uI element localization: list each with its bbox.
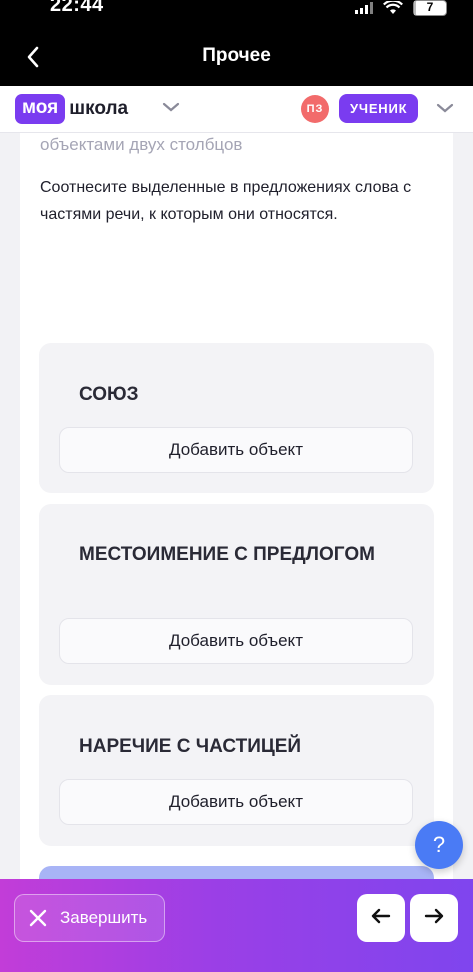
match-card: НАРЕЧИЕ С ЧАСТИЦЕЙ Добавить объект <box>39 695 434 846</box>
add-object-button[interactable]: Добавить объект <box>59 618 413 664</box>
add-object-button[interactable]: Добавить объект <box>59 427 413 473</box>
match-card: МЕСТОИМЕНИЕ С ПРЕДЛОГОМ Добавить объект <box>39 504 434 685</box>
match-card: СОЮЗ Добавить объект <box>39 343 434 493</box>
close-icon <box>28 908 48 928</box>
card-title: СОЮЗ <box>79 384 139 405</box>
battery-icon: 7 <box>413 0 447 16</box>
status-time: 22:44 <box>50 0 104 16</box>
arrow-right-icon <box>424 908 444 929</box>
signal-icon <box>355 2 373 14</box>
next-button[interactable] <box>410 894 458 942</box>
prev-button[interactable] <box>357 894 405 942</box>
status-icons: 7 <box>355 0 447 16</box>
card-title: МЕСТОИМЕНИЕ С ПРЕДЛОГОМ <box>79 544 375 565</box>
nav-bar: Прочее <box>0 28 473 86</box>
battery-percent: 7 <box>426 0 434 14</box>
avatar[interactable]: ПЗ <box>301 95 329 123</box>
card-title: НАРЕЧИЕ С ЧАСТИЦЕЙ <box>79 736 302 757</box>
bottom-bar: Завершить <box>0 879 473 972</box>
logo-text: школа <box>69 98 129 119</box>
question-text: Соотнесите выделенные в предложениях сло… <box>40 179 412 223</box>
status-bar: 22:44 7 <box>0 0 473 28</box>
wifi-icon <box>383 1 403 15</box>
question-subtitle: объектами двух столбцов <box>40 135 243 154</box>
role-badge[interactable]: УЧЕНИК <box>339 94 419 123</box>
chevron-down-icon[interactable] <box>162 100 180 118</box>
battery-level <box>414 1 417 15</box>
role-chevron-down-icon[interactable] <box>436 101 454 119</box>
finish-button[interactable]: Завершить <box>14 894 165 942</box>
finish-label: Завершить <box>60 908 148 927</box>
arrow-left-icon <box>371 908 391 929</box>
add-object-button[interactable]: Добавить объект <box>59 779 413 825</box>
nav-title: Прочее <box>202 45 271 66</box>
logo-badge: моя <box>15 94 66 124</box>
question-content: объектами двух столбцов Соотнесите выдел… <box>20 133 453 893</box>
logo[interactable]: моя школа <box>15 94 128 124</box>
help-button[interactable]: ? <box>415 821 463 869</box>
